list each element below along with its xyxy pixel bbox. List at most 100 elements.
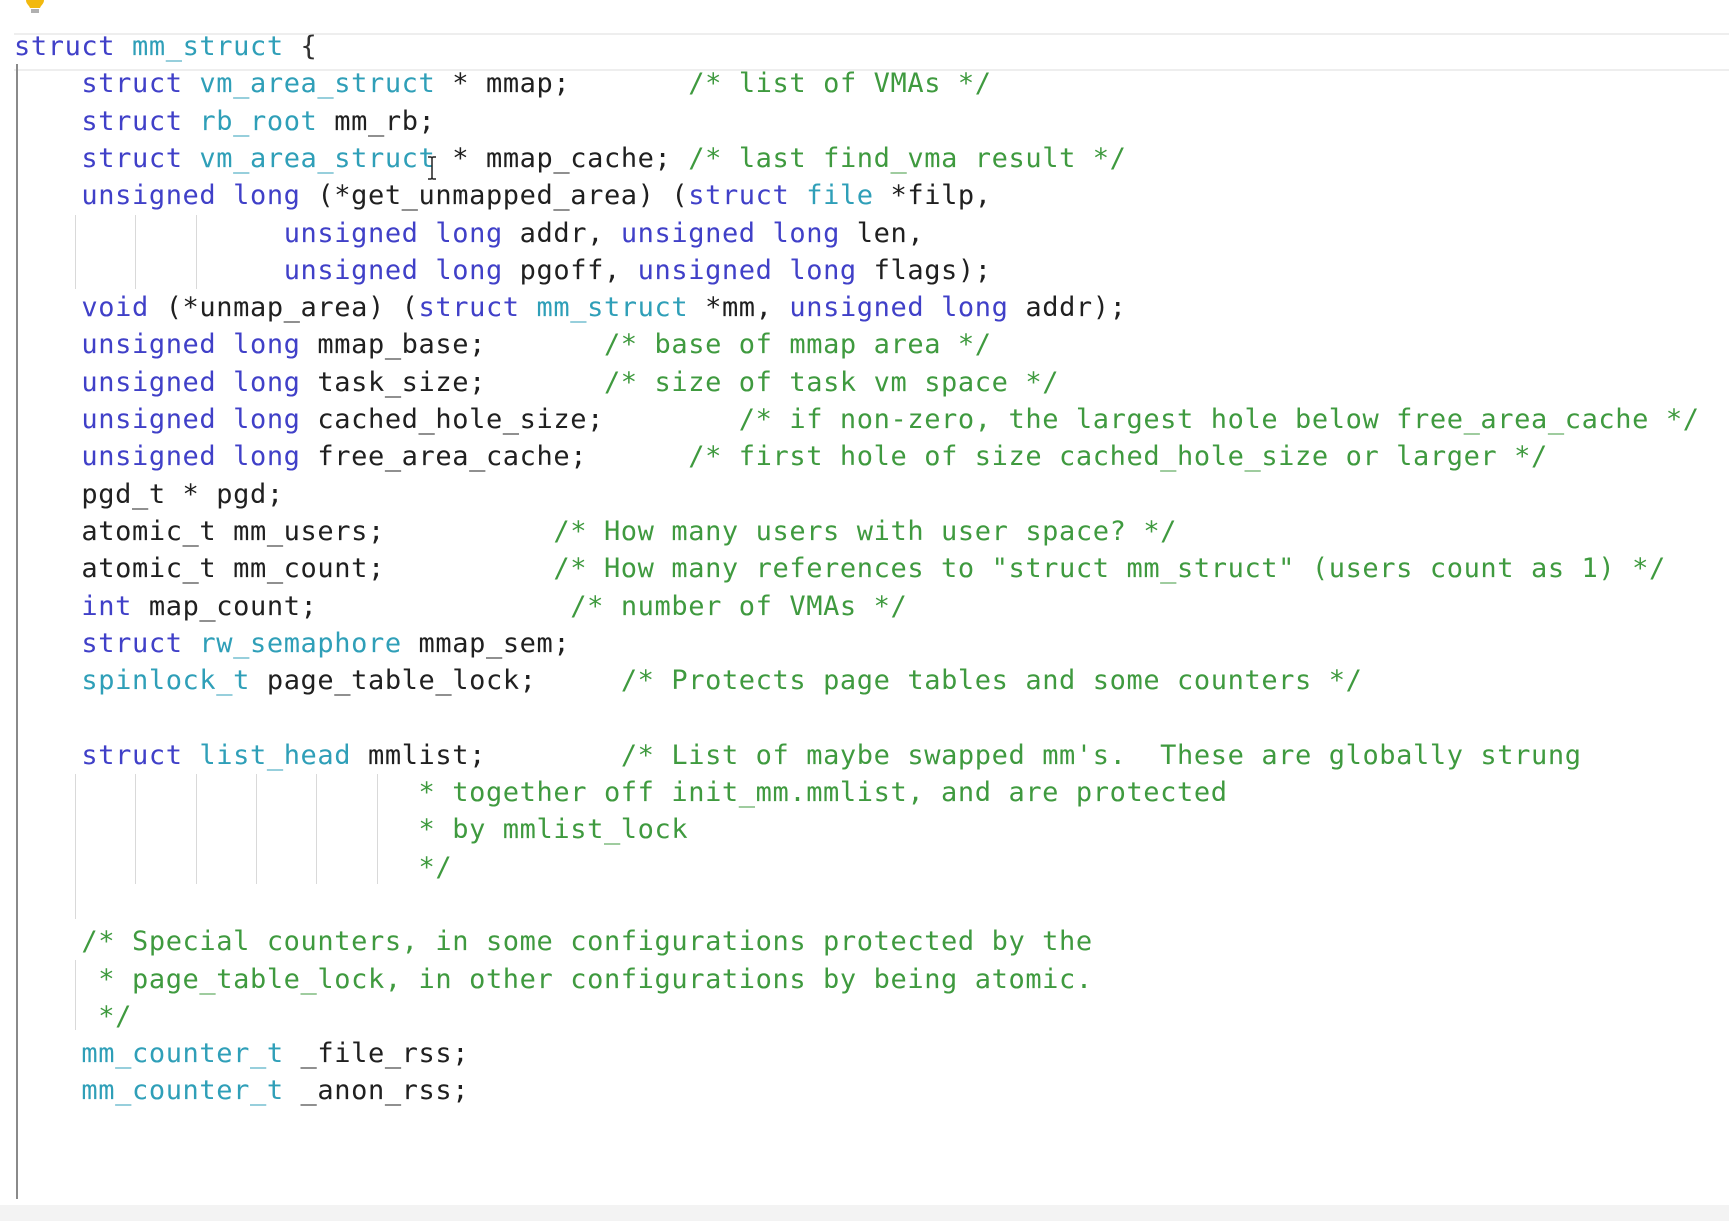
code-line[interactable]: struct rb_root mm_rb; (14, 103, 435, 140)
code-line[interactable]: pgd_t * pgd; (14, 476, 284, 513)
code-line[interactable]: * by mmlist_lock (14, 811, 688, 848)
code-token: unsigned long (81, 366, 301, 398)
code-token: unsigned long (81, 441, 301, 473)
code-token: atomic_t mm_count; (81, 553, 554, 585)
code-line[interactable]: int map_count; /* number of VMAs */ (14, 588, 907, 625)
code-token: cached_hole_size; (300, 404, 739, 435)
code-line[interactable]: mm_counter_t _anon_rss; (14, 1072, 469, 1109)
code-line[interactable]: unsigned long pgoff, unsigned long flags… (14, 252, 992, 289)
code-editor[interactable]: struct mm_struct { struct vm_area_struct… (0, 0, 1729, 1221)
code-token: _anon_rss; (283, 1075, 470, 1107)
code-token: mm_struct (132, 31, 284, 62)
code-line[interactable]: * together off init_mm.mmlist, and are p… (14, 774, 1228, 811)
code-token: * page_table_lock, in other configuratio… (81, 963, 1093, 995)
code-token: int (81, 590, 132, 622)
code-line[interactable]: /* Special counters, in some configurati… (14, 923, 1093, 960)
code-token: unsigned long (789, 292, 1009, 324)
code-token: void (81, 292, 149, 324)
code-token: spinlock_t (81, 665, 250, 697)
code-token: *filp, (873, 180, 992, 212)
code-line[interactable]: struct mm_struct { (14, 28, 317, 65)
code-token: vm_area_struct (199, 68, 436, 100)
code-line[interactable]: unsigned long free_area_cache; /* first … (14, 438, 1548, 475)
code-line[interactable]: void (*unmap_area) (struct mm_struct *mm… (14, 289, 1127, 326)
code-token: atomic_t mm_users; (81, 515, 554, 547)
code-token: mm_struct (536, 292, 689, 324)
code-token: pgd_t * pgd; (81, 478, 284, 510)
code-token: struct (81, 68, 183, 100)
code-line[interactable]: struct list_head mmlist; /* List of mayb… (14, 737, 1582, 774)
code-token: /* if non-zero, the largest hole below f… (738, 404, 1700, 435)
code-line[interactable]: unsigned long cached_hole_size; /* if no… (14, 401, 1700, 438)
code-line[interactable]: atomic_t mm_count; /* How many reference… (14, 550, 1666, 587)
code-line[interactable]: unsigned long task_size; /* size of task… (14, 364, 1059, 401)
code-token: addr, (502, 217, 621, 249)
code-token: rw_semaphore (199, 627, 402, 659)
code-token: addr); (1008, 292, 1127, 324)
code-token: /* last find_vma result */ (688, 142, 1127, 174)
code-token: unsigned long (81, 329, 301, 361)
code-token: struct (688, 180, 790, 212)
code-token: mm_counter_t (81, 1075, 284, 1107)
code-line[interactable]: struct vm_area_struct * mmap_cache; /* l… (14, 140, 1127, 177)
code-line[interactable]: */ (14, 998, 132, 1035)
code-line[interactable]: struct vm_area_struct * mmap; /* list of… (14, 65, 992, 102)
code-line[interactable]: struct rw_semaphore mmap_sem; (14, 625, 570, 662)
code-line[interactable]: mm_counter_t _file_rss; (14, 1035, 469, 1072)
code-token: /* How many references to "struct mm_str… (553, 553, 1666, 585)
code-token: mmlist; (351, 739, 621, 771)
code-token: mm_rb; (317, 105, 436, 137)
code-line[interactable]: * page_table_lock, in other configuratio… (14, 961, 1093, 998)
code-line[interactable]: atomic_t mm_users; /* How many users wit… (14, 513, 1177, 550)
code-token: flags); (856, 254, 992, 286)
code-token: * mmap; (435, 68, 689, 100)
code-line[interactable]: unsigned long mmap_base; /* base of mmap… (14, 326, 992, 363)
code-token: * by mmlist_lock (418, 814, 689, 846)
code-token: vm_area_struct (199, 142, 436, 174)
code-token: unsigned long (283, 217, 503, 249)
code-token: unsigned long (81, 180, 301, 212)
lightbulb-icon[interactable] (24, 0, 46, 18)
code-token: * mmap_cache; (435, 142, 689, 174)
code-line[interactable]: unsigned long addr, unsigned long len, (14, 215, 924, 252)
code-token: /* Special counters, in some configurati… (81, 926, 1093, 958)
code-token: file (806, 180, 874, 212)
code-token: mmap_base; (300, 329, 604, 361)
code-token: (*unmap_area) ( (148, 292, 419, 324)
code-line[interactable]: spinlock_t page_table_lock; /* Protects … (14, 662, 1362, 699)
code-line[interactable]: */ (14, 849, 452, 886)
code-token: struct (81, 627, 183, 659)
code-token: struct (418, 292, 520, 324)
code-token: mm_counter_t (81, 1038, 284, 1070)
horizontal-scrollbar[interactable] (0, 1205, 1729, 1221)
code-token: rb_root (199, 105, 318, 137)
code-line[interactable]: unsigned long (*get_unmapped_area) (stru… (14, 177, 992, 214)
code-token: list_head (199, 739, 352, 771)
